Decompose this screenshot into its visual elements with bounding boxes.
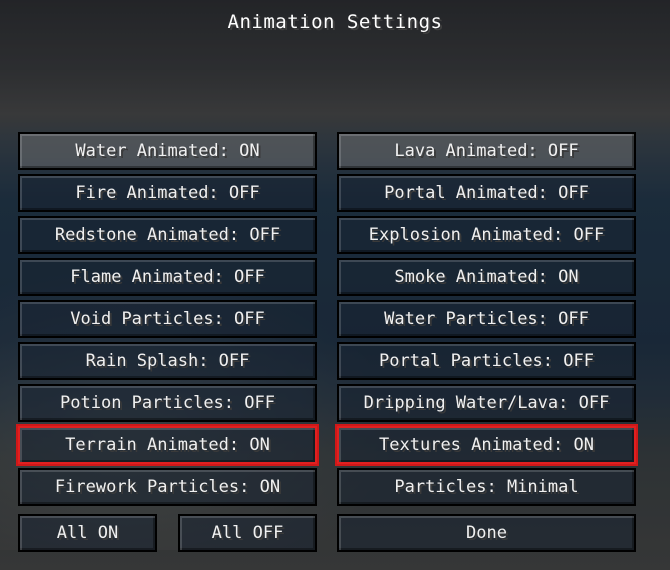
dripping-water-lava-button[interactable]: Dripping Water/Lava: OFF — [337, 384, 636, 422]
smoke-animated-button[interactable]: Smoke Animated: ON — [337, 258, 636, 296]
done-button[interactable]: Done — [337, 514, 636, 552]
rain-splash-button[interactable]: Rain Splash: OFF — [18, 342, 317, 380]
void-particles-button[interactable]: Void Particles: OFF — [18, 300, 317, 338]
redstone-animated-button[interactable]: Redstone Animated: OFF — [18, 216, 317, 254]
explosion-animated-button[interactable]: Explosion Animated: OFF — [337, 216, 636, 254]
firework-particles-button[interactable]: Firework Particles: ON — [18, 468, 317, 506]
portal-animated-button[interactable]: Portal Animated: OFF — [337, 174, 636, 212]
water-particles-button[interactable]: Water Particles: OFF — [337, 300, 636, 338]
potion-particles-button[interactable]: Potion Particles: OFF — [18, 384, 317, 422]
textures-animated-button[interactable]: Textures Animated: ON — [335, 424, 638, 466]
page-title: Animation Settings — [227, 11, 443, 33]
particles-level-button[interactable]: Particles: Minimal — [337, 468, 636, 506]
fire-animated-button[interactable]: Fire Animated: OFF — [18, 174, 317, 212]
lava-animated-button[interactable]: Lava Animated: OFF — [337, 132, 636, 170]
all-on-button[interactable]: All ON — [18, 514, 157, 552]
water-animated-button[interactable]: Water Animated: ON — [18, 132, 317, 170]
flame-animated-button[interactable]: Flame Animated: OFF — [18, 258, 317, 296]
portal-particles-button[interactable]: Portal Particles: OFF — [337, 342, 636, 380]
all-off-button[interactable]: All OFF — [178, 514, 317, 552]
terrain-animated-button[interactable]: Terrain Animated: ON — [16, 424, 319, 466]
